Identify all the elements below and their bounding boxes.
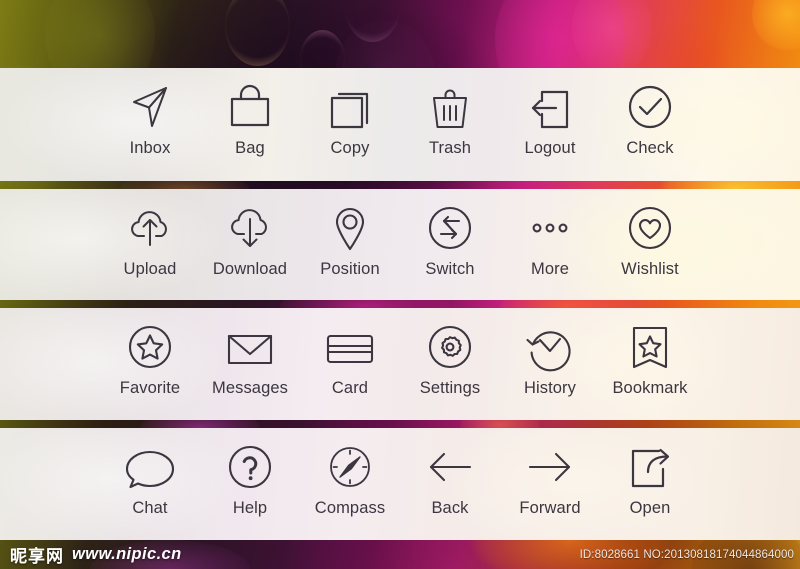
icon-tile-history[interactable]: History	[500, 308, 600, 397]
icon-tile-label: Settings	[419, 379, 481, 397]
icon-tile-wishlist[interactable]: Wishlist	[600, 189, 700, 278]
icon-tile-label: Bag	[235, 139, 265, 157]
icon-tile-label: Inbox	[129, 139, 171, 157]
arrow-right-icon	[522, 428, 578, 500]
star-circle-icon	[122, 308, 178, 380]
cloud-upload-icon	[122, 189, 178, 261]
icon-tile-label: Switch	[425, 260, 475, 278]
icon-tile-label: Help	[232, 499, 268, 517]
icon-tile-label: Compass	[314, 499, 386, 517]
icon-tile-label: Upload	[123, 260, 177, 278]
icon-band-1: Inbox Bag Copy Trash Logout Check	[0, 68, 800, 181]
shopping-bag-icon	[222, 68, 278, 140]
icon-tile-label: Back	[431, 499, 469, 517]
icon-tile-label: History	[523, 379, 577, 397]
envelope-icon	[222, 308, 278, 380]
icon-tile-position[interactable]: Position	[300, 189, 400, 278]
arrow-left-icon	[422, 428, 478, 500]
speech-bubble-icon	[122, 428, 178, 500]
icon-tile-label: Open	[629, 499, 671, 517]
icon-tile-label: Logout	[524, 139, 576, 157]
icon-tile-back[interactable]: Back	[400, 428, 500, 517]
cloud-download-icon	[222, 189, 278, 261]
icon-tile-bag[interactable]: Bag	[200, 68, 300, 157]
icon-tile-trash[interactable]: Trash	[400, 68, 500, 157]
bookmark-star-icon	[622, 308, 678, 380]
heart-circle-icon	[622, 189, 678, 261]
icon-tile-label: Wishlist	[621, 260, 679, 278]
icon-tile-download[interactable]: Download	[200, 189, 300, 278]
icon-tile-check[interactable]: Check	[600, 68, 700, 157]
watermark-bar: 昵享网 www.nipic.cn ID:8028661 NO:201308181…	[0, 540, 800, 569]
history-clock-icon	[522, 308, 578, 380]
icon-tile-label: Card	[331, 379, 369, 397]
icon-tile-compass[interactable]: Compass	[300, 428, 400, 517]
icon-tile-settings[interactable]: Settings	[400, 308, 500, 397]
icon-band-4: Chat Help Compass Back Forward Open	[0, 428, 800, 540]
icon-tile-label: Position	[320, 260, 380, 278]
screenshot-canvas: Inbox Bag Copy Trash Logout Check Upload…	[0, 0, 800, 569]
check-circle-icon	[622, 68, 678, 140]
nipic-logo: 昵享网	[10, 547, 64, 567]
open-external-icon	[622, 428, 678, 500]
icon-tile-help[interactable]: Help	[200, 428, 300, 517]
copy-pages-icon	[322, 68, 378, 140]
icon-tile-more[interactable]: More	[500, 189, 600, 278]
icon-tile-label: Bookmark	[612, 379, 688, 397]
icon-tile-label: Check	[626, 139, 674, 157]
watermark-id-text: ID:8028661 NO:20130818174044864000	[579, 548, 794, 561]
switch-arrows-circle-icon	[422, 189, 478, 261]
icon-tile-chat[interactable]: Chat	[100, 428, 200, 517]
icon-band-3: Favorite Messages Card Settings History …	[0, 308, 800, 420]
logout-arrow-icon	[522, 68, 578, 140]
icon-tile-label: More	[531, 260, 569, 278]
icon-tile-card[interactable]: Card	[300, 308, 400, 397]
trash-can-icon	[422, 68, 478, 140]
icon-tile-label: Favorite	[119, 379, 181, 397]
credit-card-icon	[322, 308, 378, 380]
icon-tile-upload[interactable]: Upload	[100, 189, 200, 278]
icon-tile-label: Messages	[211, 379, 288, 397]
icon-tile-copy[interactable]: Copy	[300, 68, 400, 157]
icon-tile-label: Chat	[132, 499, 168, 517]
icon-tile-favorite[interactable]: Favorite	[100, 308, 200, 397]
icon-tile-inbox[interactable]: Inbox	[100, 68, 200, 157]
question-circle-icon	[222, 428, 278, 500]
icon-tile-bookmark[interactable]: Bookmark	[600, 308, 700, 397]
map-pin-icon	[322, 189, 378, 261]
icon-tile-messages[interactable]: Messages	[200, 308, 300, 397]
icon-tile-logout[interactable]: Logout	[500, 68, 600, 157]
compass-icon	[322, 428, 378, 500]
icon-tile-switch[interactable]: Switch	[400, 189, 500, 278]
icon-tile-forward[interactable]: Forward	[500, 428, 600, 517]
icon-tile-label: Copy	[330, 139, 370, 157]
watermark-url: www.nipic.cn	[72, 545, 182, 563]
more-dots-icon	[522, 189, 578, 261]
icon-tile-label: Forward	[519, 499, 581, 517]
icon-tile-open[interactable]: Open	[600, 428, 700, 517]
icon-band-2: Upload Download Position Switch More Wis…	[0, 189, 800, 300]
icon-tile-label: Download	[212, 260, 288, 278]
icon-tile-label: Trash	[428, 139, 472, 157]
gear-circle-icon	[422, 308, 478, 380]
paper-plane-icon	[122, 68, 178, 140]
